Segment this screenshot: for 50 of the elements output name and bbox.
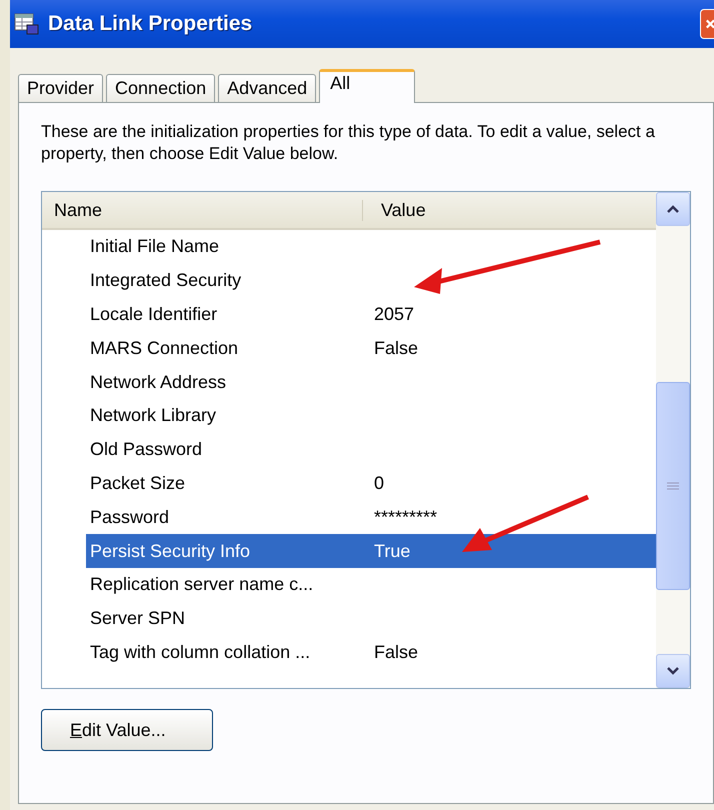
property-row[interactable]: Integrated Security (86, 264, 656, 298)
property-value: True (374, 540, 410, 562)
description-text: These are the initialization properties for this type of data. To edit a value, select a property, then choose Edit Value below. (41, 121, 656, 165)
column-header[interactable]: Name (42, 200, 363, 220)
scrollbar[interactable] (656, 192, 690, 688)
property-name: Network Address (89, 372, 228, 393)
property-value: 0 (374, 472, 384, 494)
scroll-down-button[interactable] (656, 654, 690, 688)
property-value: 2057 (374, 304, 414, 325)
column-header[interactable]: Value (363, 200, 426, 220)
tab[interactable]: Provider (18, 74, 104, 102)
grip-icon (667, 482, 679, 490)
property-row[interactable]: Server SPN (86, 602, 656, 636)
property-name: Tag with column collation ... (89, 642, 312, 663)
property-name: MARS Connection (89, 338, 240, 359)
property-name: Persist Security Info (89, 540, 252, 562)
edit-value-button[interactable]: Edit Value... (41, 709, 213, 751)
close-button[interactable] (700, 9, 714, 39)
table-icon (14, 12, 40, 36)
property-row[interactable]: Password ********* (86, 500, 656, 534)
property-row[interactable]: Tag with column collation ... False (86, 636, 656, 670)
property-row[interactable]: Network Address (86, 365, 656, 399)
property-name: Password (89, 506, 170, 528)
property-row[interactable]: MARS Connection False (86, 331, 656, 366)
property-row[interactable]: Network Library (86, 398, 656, 433)
property-name: Locale Identifier (89, 304, 218, 325)
property-row[interactable]: Initial File Name (86, 230, 656, 264)
tab[interactable]: All (319, 69, 416, 103)
property-name: Integrated Security (89, 270, 242, 292)
scroll-thumb[interactable] (656, 382, 690, 590)
property-value: False (374, 642, 418, 663)
chevron-down-icon (666, 666, 680, 676)
property-name: Server SPN (89, 608, 186, 630)
property-value: False (374, 338, 418, 359)
property-name: Old Password (89, 439, 204, 460)
property-value: ********* (374, 506, 438, 528)
tab[interactable]: Advanced (218, 74, 316, 102)
property-name: Network Library (89, 405, 218, 426)
property-row[interactable]: Locale Identifier 2057 (86, 298, 656, 332)
tab[interactable]: Connection (106, 74, 216, 102)
property-name: Initial File Name (89, 236, 220, 258)
property-row[interactable]: Replication server name c... (86, 568, 656, 602)
scroll-up-button[interactable] (656, 192, 690, 226)
property-name: Packet Size (89, 472, 186, 494)
property-row[interactable]: Persist Security Info True (86, 534, 656, 568)
property-name: Replication server name c... (89, 574, 314, 596)
property-row[interactable]: Old Password (86, 432, 656, 467)
chevron-up-icon (666, 204, 680, 214)
property-row[interactable]: Packet Size 0 (86, 466, 656, 500)
window-title: Data Link Properties (48, 12, 254, 36)
